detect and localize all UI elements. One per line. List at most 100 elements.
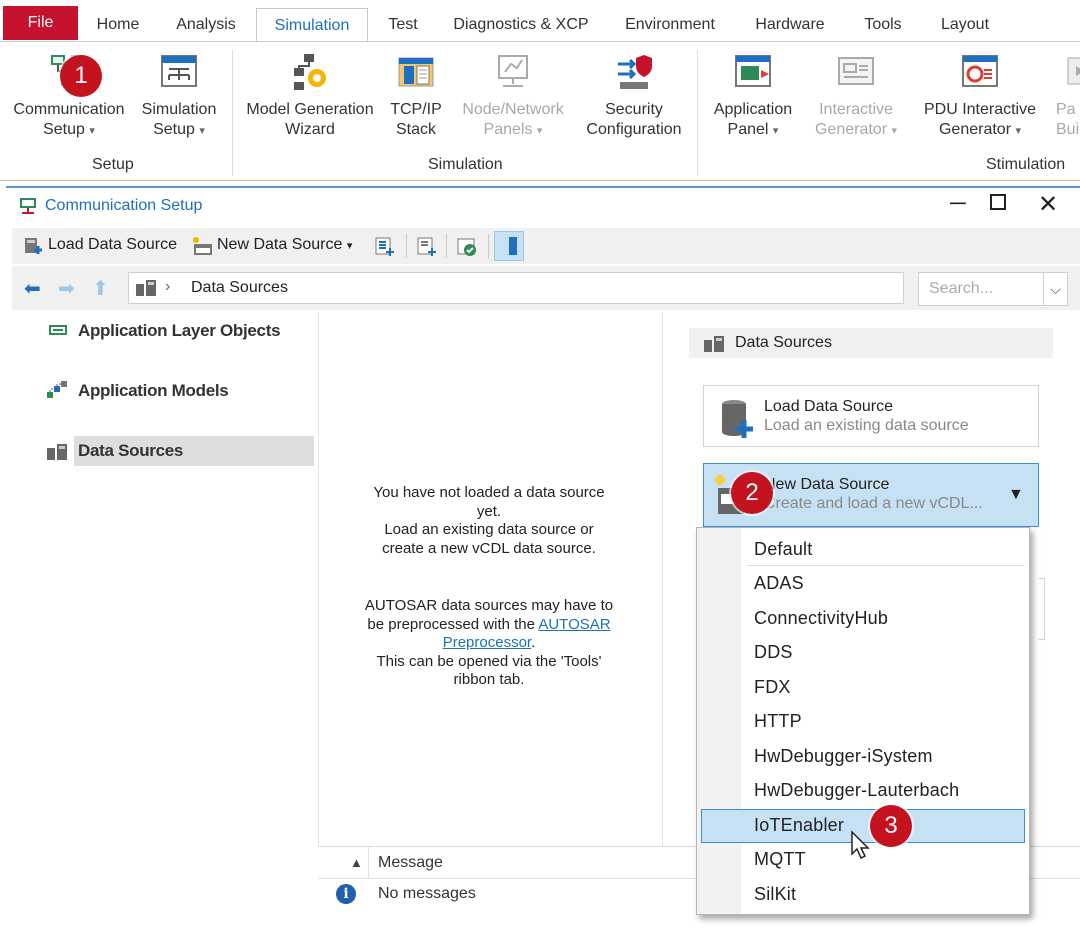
tree-item-data-sources[interactable]: Data Sources xyxy=(78,441,183,461)
menu-item-connectivityhub[interactable]: ConnectivityHub xyxy=(754,608,888,629)
chevron-down-icon: ▾ xyxy=(89,125,95,137)
hidden-card-edge xyxy=(1039,578,1045,640)
toolbar-separator xyxy=(446,234,447,258)
pdu-interactive-generator-icon xyxy=(960,52,1000,92)
menu-item-http[interactable]: HTTP xyxy=(754,711,802,732)
chevron-down-icon: ▾ xyxy=(1015,125,1022,137)
chevron-down-icon: ▾ xyxy=(346,240,353,252)
menu-item-silkit[interactable]: SilKit xyxy=(754,884,796,905)
chevron-down-icon: ▾ xyxy=(199,125,205,137)
data-sources-header: Data Sources xyxy=(689,328,1053,358)
menu-item-mqtt[interactable]: MQTT xyxy=(754,849,806,870)
interactive-generator-label-2: Generator xyxy=(814,121,888,138)
application-panel-icon xyxy=(733,52,773,92)
message-line: Load an existing data source or xyxy=(384,521,594,538)
forward-arrow-icon[interactable]: ➡ xyxy=(58,276,75,301)
tab-environment[interactable]: Environment xyxy=(614,8,726,42)
partially-visible-button[interactable]: Pa Buil xyxy=(1056,52,1080,140)
add-document-icon[interactable] xyxy=(416,236,438,263)
simulation-setup-button[interactable]: Simulation Setup ▾ xyxy=(134,52,224,141)
window-title: Communication Setup xyxy=(45,197,203,214)
step-badge-2: 2 xyxy=(731,472,773,514)
maximize-button[interactable] xyxy=(990,194,1006,210)
model-generation-wizard-button[interactable]: Model Generation Wizard xyxy=(240,52,380,140)
security-label: Security xyxy=(605,101,663,118)
menu-item-default[interactable]: Default xyxy=(754,539,812,560)
data-sources-icon xyxy=(46,442,68,467)
tab-diagnostics-xcp[interactable]: Diagnostics & XCP xyxy=(446,8,596,42)
search-dropdown-chevron-icon[interactable]: ⌵ xyxy=(1043,273,1067,305)
address-bar[interactable]: › Data Sources xyxy=(128,272,904,304)
autosar-hint-message: AUTOSAR data sources may have to be prep… xyxy=(319,597,659,690)
menu-item-fdx[interactable]: FDX xyxy=(754,677,791,698)
sort-ascending-icon[interactable]: ▲ xyxy=(350,855,363,870)
pdu-interactive-generator-button[interactable]: PDU Interactive Generator ▾ xyxy=(914,52,1046,141)
tab-simulation[interactable]: Simulation xyxy=(256,8,368,42)
menu-item-hwdebugger-lauterbach[interactable]: HwDebugger-Lauterbach xyxy=(754,780,959,801)
load-data-source-icon xyxy=(24,236,44,261)
node-network-label: Node/Network xyxy=(462,101,564,118)
menu-item-adas[interactable]: ADAS xyxy=(754,573,804,594)
message-line: yet. xyxy=(476,502,502,520)
toggle-panel-button[interactable] xyxy=(494,231,524,261)
add-object-icon[interactable] xyxy=(374,236,396,263)
menu-item-dds[interactable]: DDS xyxy=(754,642,793,663)
up-arrow-icon[interactable]: ⬆ xyxy=(92,276,109,301)
menu-item-iotenabler[interactable]: IoTEnabler xyxy=(754,815,844,836)
load-data-source-card[interactable]: Load Data Source Load an existing data s… xyxy=(703,385,1039,447)
new-data-source-toolbar-button[interactable]: New Data Source ▾ xyxy=(217,236,352,254)
node-network-panels-button[interactable]: Node/Network Panels ▾ xyxy=(452,52,574,141)
tcpip-stack-button[interactable]: TCP/IP Stack xyxy=(388,52,444,140)
application-layer-objects-icon xyxy=(48,322,68,343)
message-column-header[interactable]: Message xyxy=(378,854,443,872)
minimize-button[interactable]: ─ xyxy=(950,190,966,216)
security-configuration-button[interactable]: Security Configuration xyxy=(580,52,688,140)
communication-setup-icon xyxy=(18,196,38,221)
panel-toggle-icon xyxy=(509,237,517,255)
simulation-setup-label: Simulation xyxy=(141,101,217,118)
window-title-bar: Communication Setup ─ ✕ xyxy=(6,186,1080,224)
communication-setup-label-2: Setup xyxy=(43,121,85,138)
application-panel-button[interactable]: Application Panel ▾ xyxy=(706,52,800,141)
ribbon-panel: Communication Setup ▾ Simulation Setup ▾… xyxy=(0,41,1080,181)
tab-file[interactable]: File xyxy=(3,6,78,40)
message-line: AUTOSAR data sources may have to xyxy=(364,597,614,614)
autosar-preprocessor-link[interactable]: AUTOSAR xyxy=(538,616,610,633)
tree-item-application-models[interactable]: Application Models xyxy=(78,381,229,401)
validate-icon[interactable] xyxy=(456,236,478,263)
breadcrumb[interactable]: Data Sources xyxy=(191,279,288,297)
load-data-source-toolbar-button[interactable]: Load Data Source xyxy=(48,236,177,254)
tree-item-application-layer-objects[interactable]: Application Layer Objects xyxy=(78,321,281,341)
back-arrow-icon[interactable]: ⬅ xyxy=(24,276,41,301)
autosar-preprocessor-link-2[interactable]: Preprocessor xyxy=(443,634,531,651)
search-box[interactable]: Search... ⌵ xyxy=(918,272,1068,306)
new-data-source-toolbar-label: New Data Source xyxy=(217,236,343,253)
model-generation-icon xyxy=(290,52,330,92)
application-panel-label-2: Panel xyxy=(727,121,769,138)
node-network-panels-icon xyxy=(493,52,533,92)
tab-tools[interactable]: Tools xyxy=(854,8,912,42)
model-generation-label-2: Wizard xyxy=(285,121,335,138)
partial-label-2: Buil xyxy=(1056,121,1080,138)
tab-analysis[interactable]: Analysis xyxy=(164,8,248,42)
group-separator xyxy=(697,50,698,176)
dropdown-arrow-icon[interactable]: ▼ xyxy=(1008,486,1024,504)
tab-home[interactable]: Home xyxy=(84,8,152,42)
interactive-generator-button[interactable]: Interactive Generator ▾ xyxy=(806,52,906,141)
close-button[interactable]: ✕ xyxy=(1038,190,1058,219)
partial-button-icon xyxy=(1066,52,1080,92)
application-panel-label: Application xyxy=(713,101,793,118)
tab-test[interactable]: Test xyxy=(376,8,430,42)
mouse-cursor-icon xyxy=(850,830,872,865)
menu-item-hwdebugger-isystem[interactable]: HwDebugger-iSystem xyxy=(754,746,933,767)
tab-hardware[interactable]: Hardware xyxy=(744,8,836,42)
tab-layout[interactable]: Layout xyxy=(928,8,1002,42)
tcpip-stack-icon xyxy=(396,52,436,92)
new-data-source-subtitle: Create and load a new vCDL... xyxy=(764,495,983,512)
no-data-source-message: You have not loaded a data source yet. L… xyxy=(319,484,659,558)
pdu-generator-label: PDU Interactive xyxy=(923,101,1037,118)
ribbon-group-stimulation-label: Stimulation xyxy=(986,156,1066,173)
data-sources-icon xyxy=(135,278,157,303)
search-input[interactable]: Search... xyxy=(929,280,993,298)
navigation-tree-pane: Application Layer Objects Application Mo… xyxy=(12,312,318,946)
